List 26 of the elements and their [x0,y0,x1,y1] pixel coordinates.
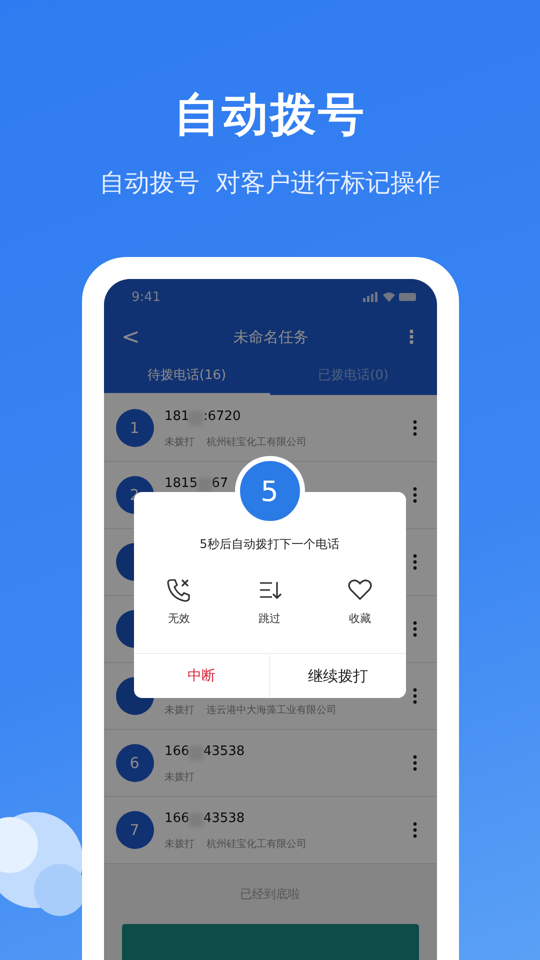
subheadline: 自动拨号 对客户进行标记操作 [100,167,440,199]
action-label: 无效 [168,611,190,626]
phone-number-end: :6720 [203,408,241,426]
index-badge: 7 [116,811,154,849]
dialog-message: 5秒后自动拨打下一个电话 [200,536,340,553]
company-name: 连云港中大海藻工业有限公司 [206,704,336,716]
phone-number-start: 181 [164,408,190,426]
call-status: 未拨打 [164,436,194,448]
phone-number-start: 166 [164,744,190,760]
phone-number-end: 67 [212,476,228,492]
call-status: 未拨打 [164,838,194,850]
screen-title: 未命名任务 [234,328,309,346]
status-time: 9:41 [132,290,161,304]
company-name: 杭州硅宝化工有限公司 [206,436,306,448]
headline: 自动拨号 [174,86,366,143]
index-badge: 1 [116,409,154,447]
action-label: 跳过 [258,611,280,626]
phone-number-start: 1815 [164,476,198,492]
phone-number-end: 43538 [203,744,245,760]
phone-number-start: 166 [164,810,190,828]
call-status: 未拨打 [164,704,194,716]
call-status: 未拨打 [164,770,194,782]
phone-number-end: 43538 [203,810,245,828]
company-name: 杭州硅宝化工有限公司 [206,838,306,850]
index-badge: 6 [116,744,154,782]
action-label: 收藏 [349,611,372,626]
